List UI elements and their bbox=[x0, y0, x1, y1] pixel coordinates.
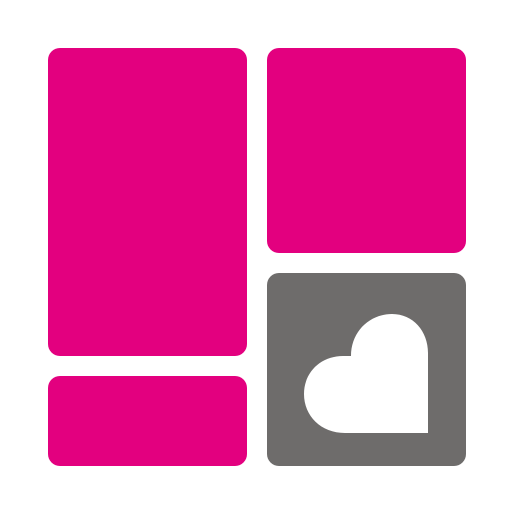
app-logo-icon bbox=[0, 0, 512, 512]
heart-shape bbox=[304, 314, 428, 433]
heart-icon bbox=[304, 314, 428, 433]
tile-bottom-right bbox=[267, 273, 466, 466]
tile-bottom-left bbox=[48, 376, 247, 466]
tile-top-right bbox=[267, 48, 466, 253]
tile-tall-left bbox=[48, 48, 247, 356]
